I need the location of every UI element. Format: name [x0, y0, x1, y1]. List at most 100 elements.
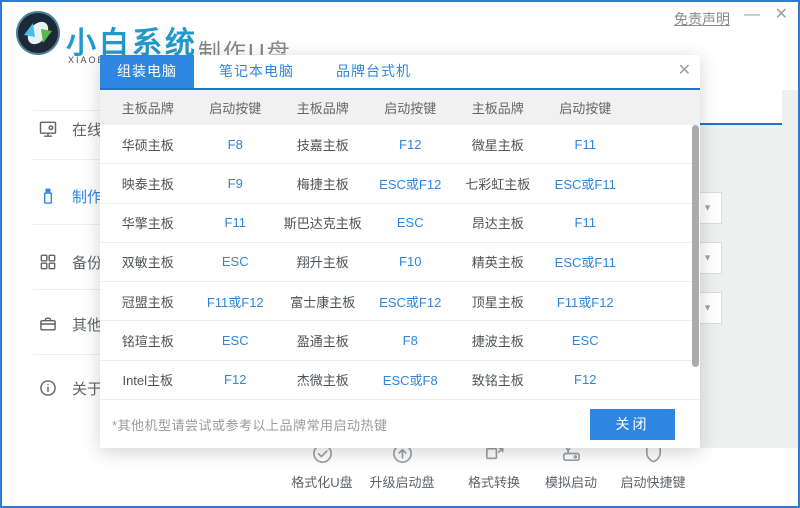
tab-assembled-pc[interactable]: 组装电脑	[100, 55, 194, 88]
board-brand: 铭瑄主板	[104, 331, 192, 350]
app-window: 小白系统 XIAOBAISYSTEM 制作U盘 免责声明 — ✕ 在线 制作	[0, 0, 800, 508]
sidebar-item-about[interactable]: 关于	[2, 372, 100, 404]
boot-key: F11	[542, 137, 630, 152]
table-row: 华擎主板 F11 斯巴达克主板 ESC 昂达主板 F11	[100, 204, 700, 243]
sidebar-divider	[33, 224, 100, 225]
board-brand: 华擎主板	[104, 213, 192, 232]
page-content-strip: ▼ ▼ ▼	[700, 90, 800, 448]
boot-key: F12	[542, 372, 630, 387]
page-section-tab	[700, 90, 782, 125]
board-brand: 翔升主板	[279, 252, 367, 271]
column-header: 启动按键	[542, 98, 630, 117]
board-brand: 映泰主板	[104, 174, 192, 193]
board-brand: 精英主板	[454, 252, 542, 271]
chevron-down-icon: ▼	[703, 203, 712, 213]
table-row: 铭瑄主板 ESC 盈通主板 F8 捷波主板 ESC	[100, 321, 700, 360]
window-close-icon[interactable]: ✕	[775, 5, 788, 25]
sidebar-item-online[interactable]: 在线	[2, 113, 100, 145]
board-brand: 梅捷主板	[279, 174, 367, 193]
bottom-toolbar: 格式化U盘 升级启动盘 格式转换 模拟启动 启动快捷键	[2, 448, 798, 508]
briefcase-icon	[38, 314, 58, 334]
table-header-row: 主板品牌 启动按键 主板品牌 启动按键 主板品牌 启动按键	[100, 90, 700, 125]
column-header: 主板品牌	[279, 98, 367, 117]
boot-key: F11	[192, 215, 280, 230]
board-brand: 昂达主板	[454, 213, 542, 232]
close-dialog-button[interactable]: 关闭	[590, 409, 675, 440]
toolbar-item-label: 升级启动盘	[362, 472, 442, 491]
table-row: 冠盟主板 F11或F12 富士康主板 ESC或F12 顶星主板 F11或F12	[100, 282, 700, 321]
board-brand: 华硕主板	[104, 135, 192, 154]
chevron-down-icon: ▼	[703, 303, 712, 313]
tab-laptop[interactable]: 笔记本电脑	[202, 55, 311, 88]
boot-key: ESC或F11	[542, 174, 630, 193]
toolbar-item-label: 格式转换	[454, 472, 534, 491]
boot-hotkey-dialog: 组装电脑 笔记本电脑 品牌台式机 ✕ 主板品牌 启动按键 主板品牌 启动按键 主…	[100, 55, 700, 448]
sidebar-item-make[interactable]: 制作	[2, 180, 100, 212]
boot-key: F11或F12	[192, 292, 280, 311]
disclaimer-link[interactable]: 免责声明	[674, 9, 730, 29]
board-brand: 七彩虹主板	[454, 174, 542, 193]
board-brand: 双敏主板	[104, 252, 192, 271]
toolbar-item-label: 启动快捷键	[613, 472, 693, 491]
board-brand: 致铭主板	[454, 370, 542, 389]
boot-key: F10	[367, 254, 455, 269]
table-row: 华硕主板 F8 技嘉主板 F12 微星主板 F11	[100, 125, 700, 164]
board-brand: 盈通主板	[279, 331, 367, 350]
dialog-close-icon[interactable]: ✕	[678, 60, 691, 80]
info-icon	[38, 378, 58, 398]
sidebar-divider	[33, 110, 100, 111]
chevron-down-icon: ▼	[703, 253, 712, 263]
format-convert-button[interactable]: 格式转换	[454, 442, 534, 491]
table-row: 映泰主板 F9 梅捷主板 ESC或F12 七彩虹主板 ESC或F11	[100, 164, 700, 203]
boot-key: F12	[367, 137, 455, 152]
column-header: 启动按键	[367, 98, 455, 117]
boot-key: F12	[192, 372, 280, 387]
boot-key: ESC或F12	[367, 292, 455, 311]
sidebar-item-other[interactable]: 其他	[2, 308, 100, 340]
hotkey-table: 华硕主板 F8 技嘉主板 F12 微星主板 F11 映泰主板 F9 梅捷主板 E…	[100, 125, 700, 400]
board-brand: 杰微主板	[279, 370, 367, 389]
boot-key: F8	[367, 333, 455, 348]
minimize-icon[interactable]: —	[744, 5, 760, 25]
sidebar-item-label: 制作	[72, 186, 100, 207]
simulate-boot-button[interactable]: 模拟启动	[531, 442, 611, 491]
usb-icon	[38, 186, 58, 206]
format-usb-button[interactable]: 格式化U盘	[282, 442, 362, 491]
upgrade-bootdisk-button[interactable]: 升级启动盘	[362, 442, 442, 491]
table-row: Intel主板 F12 杰微主板 ESC或F8 致铭主板 F12	[100, 361, 700, 400]
sidebar-item-label: 备份	[72, 252, 100, 273]
sidebar-divider	[33, 354, 100, 355]
board-brand: 技嘉主板	[279, 135, 367, 154]
toolbar-item-label: 模拟启动	[531, 472, 611, 491]
sidebar-item-label: 其他	[72, 314, 100, 335]
boot-key: ESC或F11	[542, 252, 630, 271]
sidebar-divider	[33, 289, 100, 290]
boot-key: F9	[192, 176, 280, 191]
boot-key: ESC	[367, 215, 455, 230]
board-brand: Intel主板	[104, 370, 192, 389]
app-logo-icon	[14, 9, 62, 57]
board-brand: 斯巴达克主板	[279, 213, 367, 232]
board-brand: 富士康主板	[279, 292, 367, 311]
sidebar-item-backup[interactable]: 备份	[2, 246, 100, 278]
boot-key: F8	[192, 137, 280, 152]
grid-icon	[38, 252, 58, 272]
board-brand: 微星主板	[454, 135, 542, 154]
column-header: 主板品牌	[454, 98, 542, 117]
boot-key: ESC	[192, 254, 280, 269]
sidebar-item-label: 在线	[72, 119, 100, 140]
board-brand: 顶星主板	[454, 292, 542, 311]
boot-key: ESC	[542, 333, 630, 348]
footer-note: *其他机型请尝试或参考以上品牌常用启动热键	[112, 415, 388, 434]
column-header: 主板品牌	[104, 98, 192, 117]
boot-key: ESC	[192, 333, 280, 348]
boot-hotkey-button[interactable]: 启动快捷键	[613, 442, 693, 491]
board-brand: 冠盟主板	[104, 292, 192, 311]
dialog-footer: *其他机型请尝试或参考以上品牌常用启动热键 关闭	[100, 400, 700, 448]
monitor-icon	[38, 119, 58, 139]
column-header: 启动按键	[192, 98, 280, 117]
scrollbar-thumb[interactable]	[692, 125, 699, 367]
boot-key: F11	[542, 215, 630, 230]
tab-brand-desktop[interactable]: 品牌台式机	[319, 55, 428, 88]
boot-key: ESC或F8	[367, 370, 455, 389]
